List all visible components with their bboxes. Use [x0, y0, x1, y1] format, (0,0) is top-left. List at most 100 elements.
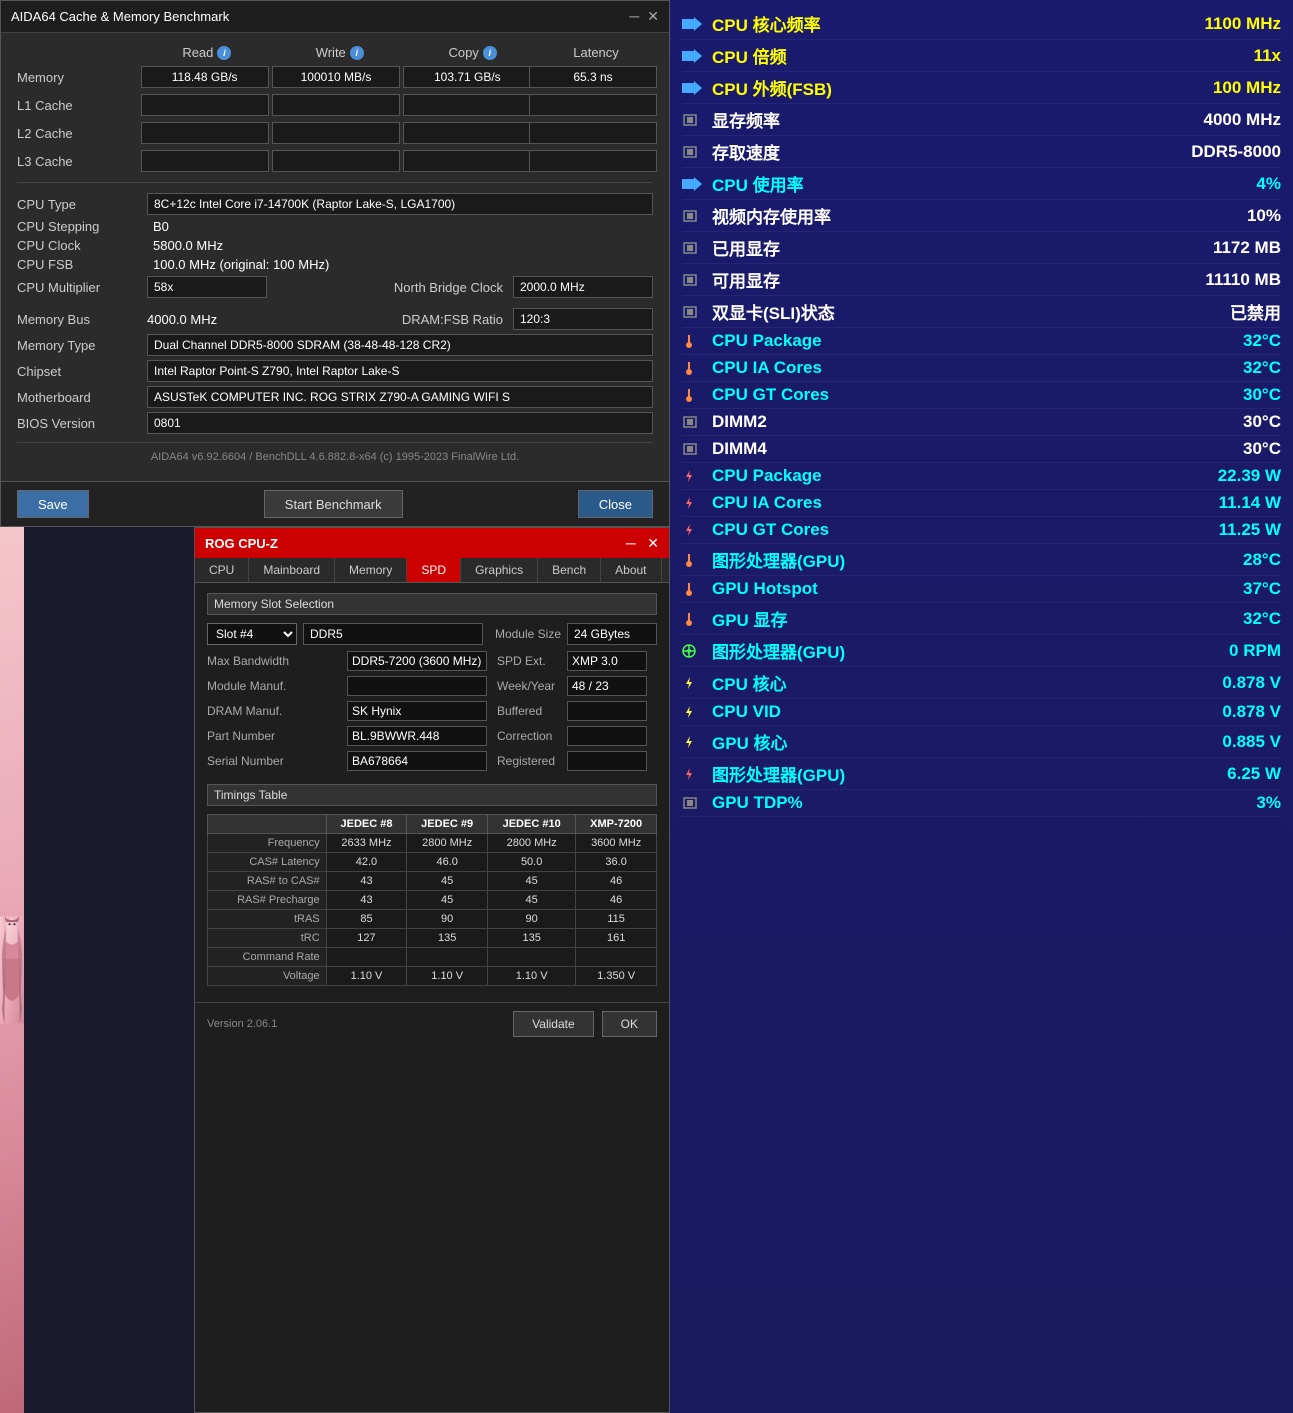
timings-row-j10: 135: [488, 929, 576, 948]
cpu-stepping-label: CPU Stepping: [17, 219, 147, 234]
hw-row: CPU Package32°C: [682, 328, 1281, 355]
timings-row-xmp: 161: [576, 929, 657, 948]
slot-selector[interactable]: Slot #4: [207, 623, 297, 645]
week-year-input[interactable]: [567, 676, 647, 696]
temp-icon: [682, 581, 706, 597]
cpuz-bottom-buttons: Validate OK: [513, 1011, 657, 1037]
timings-table: JEDEC #8 JEDEC #9 JEDEC #10 XMP-7200 Fre…: [207, 814, 657, 986]
l3-write-input[interactable]: [272, 150, 400, 172]
minimize-icon[interactable]: ─: [629, 8, 639, 25]
hw-label: CPU Package: [712, 331, 1161, 351]
hw-row: 已用显存1172 MB: [682, 232, 1281, 264]
memory-type-value: Dual Channel DDR5-8000 SDRAM (38-48-48-1…: [147, 334, 653, 356]
cpuz-version: Version 2.06.1: [207, 1018, 277, 1030]
chip-icon: [682, 112, 706, 128]
write-header: Write: [316, 45, 346, 60]
cpuz-close-icon[interactable]: ✕: [647, 535, 659, 551]
chip-icon: [682, 208, 706, 224]
timings-row-j8: 43: [326, 891, 407, 910]
timings-row: Command Rate: [208, 948, 657, 967]
correction-input[interactable]: [567, 726, 647, 746]
hw-row: DIMM230°C: [682, 409, 1281, 436]
read-info-icon[interactable]: i: [217, 46, 231, 60]
hw-label: GPU TDP%: [712, 793, 1161, 813]
timings-row-j9: 45: [407, 891, 488, 910]
save-button[interactable]: Save: [17, 490, 89, 518]
cpuz-title: ROG CPU-Z: [205, 536, 278, 551]
hw-label: 双显卡(SLI)状态: [712, 299, 1161, 324]
motherboard-value: ASUSTeK COMPUTER INC. ROG STRIX Z790-A G…: [147, 386, 653, 408]
power-icon: [682, 522, 706, 538]
correction-label: Correction: [497, 729, 567, 743]
l1-read-input[interactable]: [141, 94, 269, 116]
hw-label: CPU Package: [712, 466, 1161, 486]
hw-label: 已用显存: [712, 235, 1161, 260]
memory-copy-input[interactable]: [403, 66, 531, 88]
l3-copy-input[interactable]: [403, 150, 531, 172]
aida-title: AIDA64 Cache & Memory Benchmark: [11, 9, 229, 24]
spd-ext-input[interactable]: [567, 651, 647, 671]
hw-label: CPU IA Cores: [712, 358, 1161, 378]
tab-mainboard[interactable]: Mainboard: [249, 558, 335, 582]
dram-manuf-input[interactable]: [347, 701, 487, 721]
temp-icon: [682, 333, 706, 349]
close-button[interactable]: Close: [578, 490, 653, 518]
timings-row-j8: 85: [326, 910, 407, 929]
registered-input[interactable]: [567, 751, 647, 771]
timings-row-label: tRC: [208, 929, 327, 948]
l1-copy-input[interactable]: [403, 94, 531, 116]
max-bandwidth-input[interactable]: [347, 651, 487, 671]
memory-write-input[interactable]: [272, 66, 400, 88]
validate-button[interactable]: Validate: [513, 1011, 593, 1037]
write-info-icon[interactable]: i: [350, 46, 364, 60]
tab-about[interactable]: About: [601, 558, 661, 582]
close-icon[interactable]: ✕: [647, 8, 659, 25]
volt-icon: [682, 734, 706, 750]
tab-bench[interactable]: Bench: [538, 558, 601, 582]
copy-info-icon[interactable]: i: [483, 46, 497, 60]
part-number-input[interactable]: [347, 726, 487, 746]
l2-copy-input[interactable]: [403, 122, 531, 144]
chip-icon: [682, 304, 706, 320]
tab-spd[interactable]: SPD: [407, 558, 461, 582]
hw-label: CPU GT Cores: [712, 385, 1161, 405]
hw-value: 11x: [1161, 46, 1281, 66]
l3-latency-input[interactable]: [529, 150, 657, 172]
start-benchmark-button[interactable]: Start Benchmark: [264, 490, 403, 518]
hw-row: CPU 核心频率1100 MHz: [682, 8, 1281, 40]
tab-cpu[interactable]: CPU: [195, 558, 249, 582]
l2-latency-input[interactable]: [529, 122, 657, 144]
l2-read-input[interactable]: [141, 122, 269, 144]
ok-button[interactable]: OK: [602, 1011, 657, 1037]
hw-row: CPU 外频(FSB)100 MHz: [682, 72, 1281, 104]
hw-row: CPU GT Cores30°C: [682, 382, 1281, 409]
timings-col-j10: JEDEC #10: [488, 815, 576, 834]
cpuz-minimize-icon[interactable]: ─: [626, 535, 636, 551]
module-manuf-input[interactable]: [347, 676, 487, 696]
power-icon: [682, 468, 706, 484]
chipset-label: Chipset: [17, 364, 147, 379]
timings-title: Timings Table: [207, 784, 657, 806]
timings-col-j9: JEDEC #9: [407, 815, 488, 834]
temp-icon: [682, 360, 706, 376]
l1-write-input[interactable]: [272, 94, 400, 116]
hw-value: 3%: [1161, 793, 1281, 813]
memory-latency-input[interactable]: [529, 66, 657, 88]
aida-titlebar: AIDA64 Cache & Memory Benchmark ─ ✕: [1, 1, 669, 33]
chip-icon: [682, 414, 706, 430]
power-icon: [682, 495, 706, 511]
memory-read-input[interactable]: [141, 66, 269, 88]
l3-read-input[interactable]: [141, 150, 269, 172]
tab-memory[interactable]: Memory: [335, 558, 407, 582]
l1-latency-input[interactable]: [529, 94, 657, 116]
aida-footer: AIDA64 v6.92.6604 / BenchDLL 4.6.882.8-x…: [17, 442, 653, 469]
aida-content: Read i Write i Copy i Latency Memory: [1, 33, 669, 481]
timings-row-j9: 90: [407, 910, 488, 929]
l2-write-input[interactable]: [272, 122, 400, 144]
timings-row-j8: [326, 948, 407, 967]
read-header: Read: [182, 45, 213, 60]
tab-graphics[interactable]: Graphics: [461, 558, 538, 582]
serial-number-input[interactable]: [347, 751, 487, 771]
buffered-input[interactable]: [567, 701, 647, 721]
hw-value: 100 MHz: [1161, 78, 1281, 98]
